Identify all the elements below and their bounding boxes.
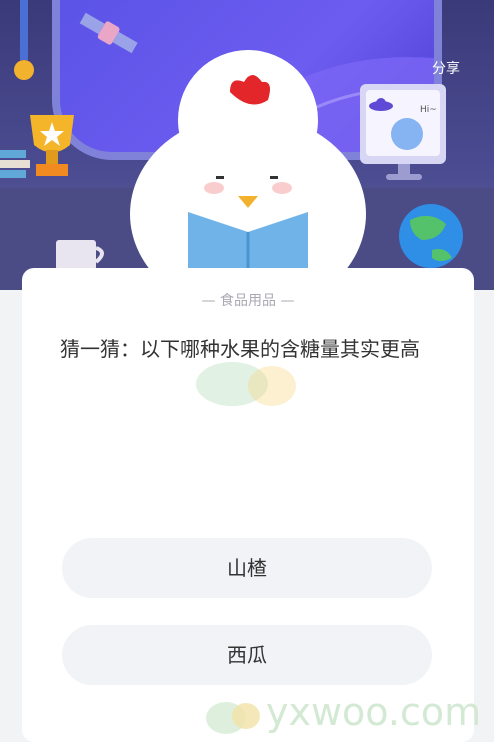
monitor-text: Hi~ bbox=[420, 105, 437, 115]
trophy-icon bbox=[30, 115, 74, 176]
scene-decor: Hi~ bbox=[0, 0, 463, 290]
faint-logo-icon bbox=[196, 362, 296, 406]
answer-option-1[interactable]: 山楂 bbox=[62, 538, 432, 598]
medal-icon bbox=[14, 0, 34, 80]
watermark-logo-icon bbox=[206, 702, 260, 734]
header-illustration: Hi~ 分享 bbox=[0, 0, 494, 290]
globe-icon bbox=[399, 204, 463, 268]
books-icon bbox=[0, 150, 30, 178]
share-button[interactable]: 分享 bbox=[432, 58, 460, 78]
watermark: yxwoo.com bbox=[204, 690, 494, 740]
question-card: — 食品用品 — 猜一猜：以下哪种水果的含糖量其实更高 山楂 西瓜 bbox=[22, 268, 474, 742]
mascot-icon bbox=[130, 50, 366, 290]
answer-option-2[interactable]: 西瓜 bbox=[62, 625, 432, 685]
mug-icon bbox=[56, 240, 104, 270]
monitor-icon: Hi~ bbox=[360, 84, 446, 180]
category-label: — 食品用品 — bbox=[201, 293, 295, 309]
watermark-text: yxwoo.com bbox=[266, 690, 482, 734]
